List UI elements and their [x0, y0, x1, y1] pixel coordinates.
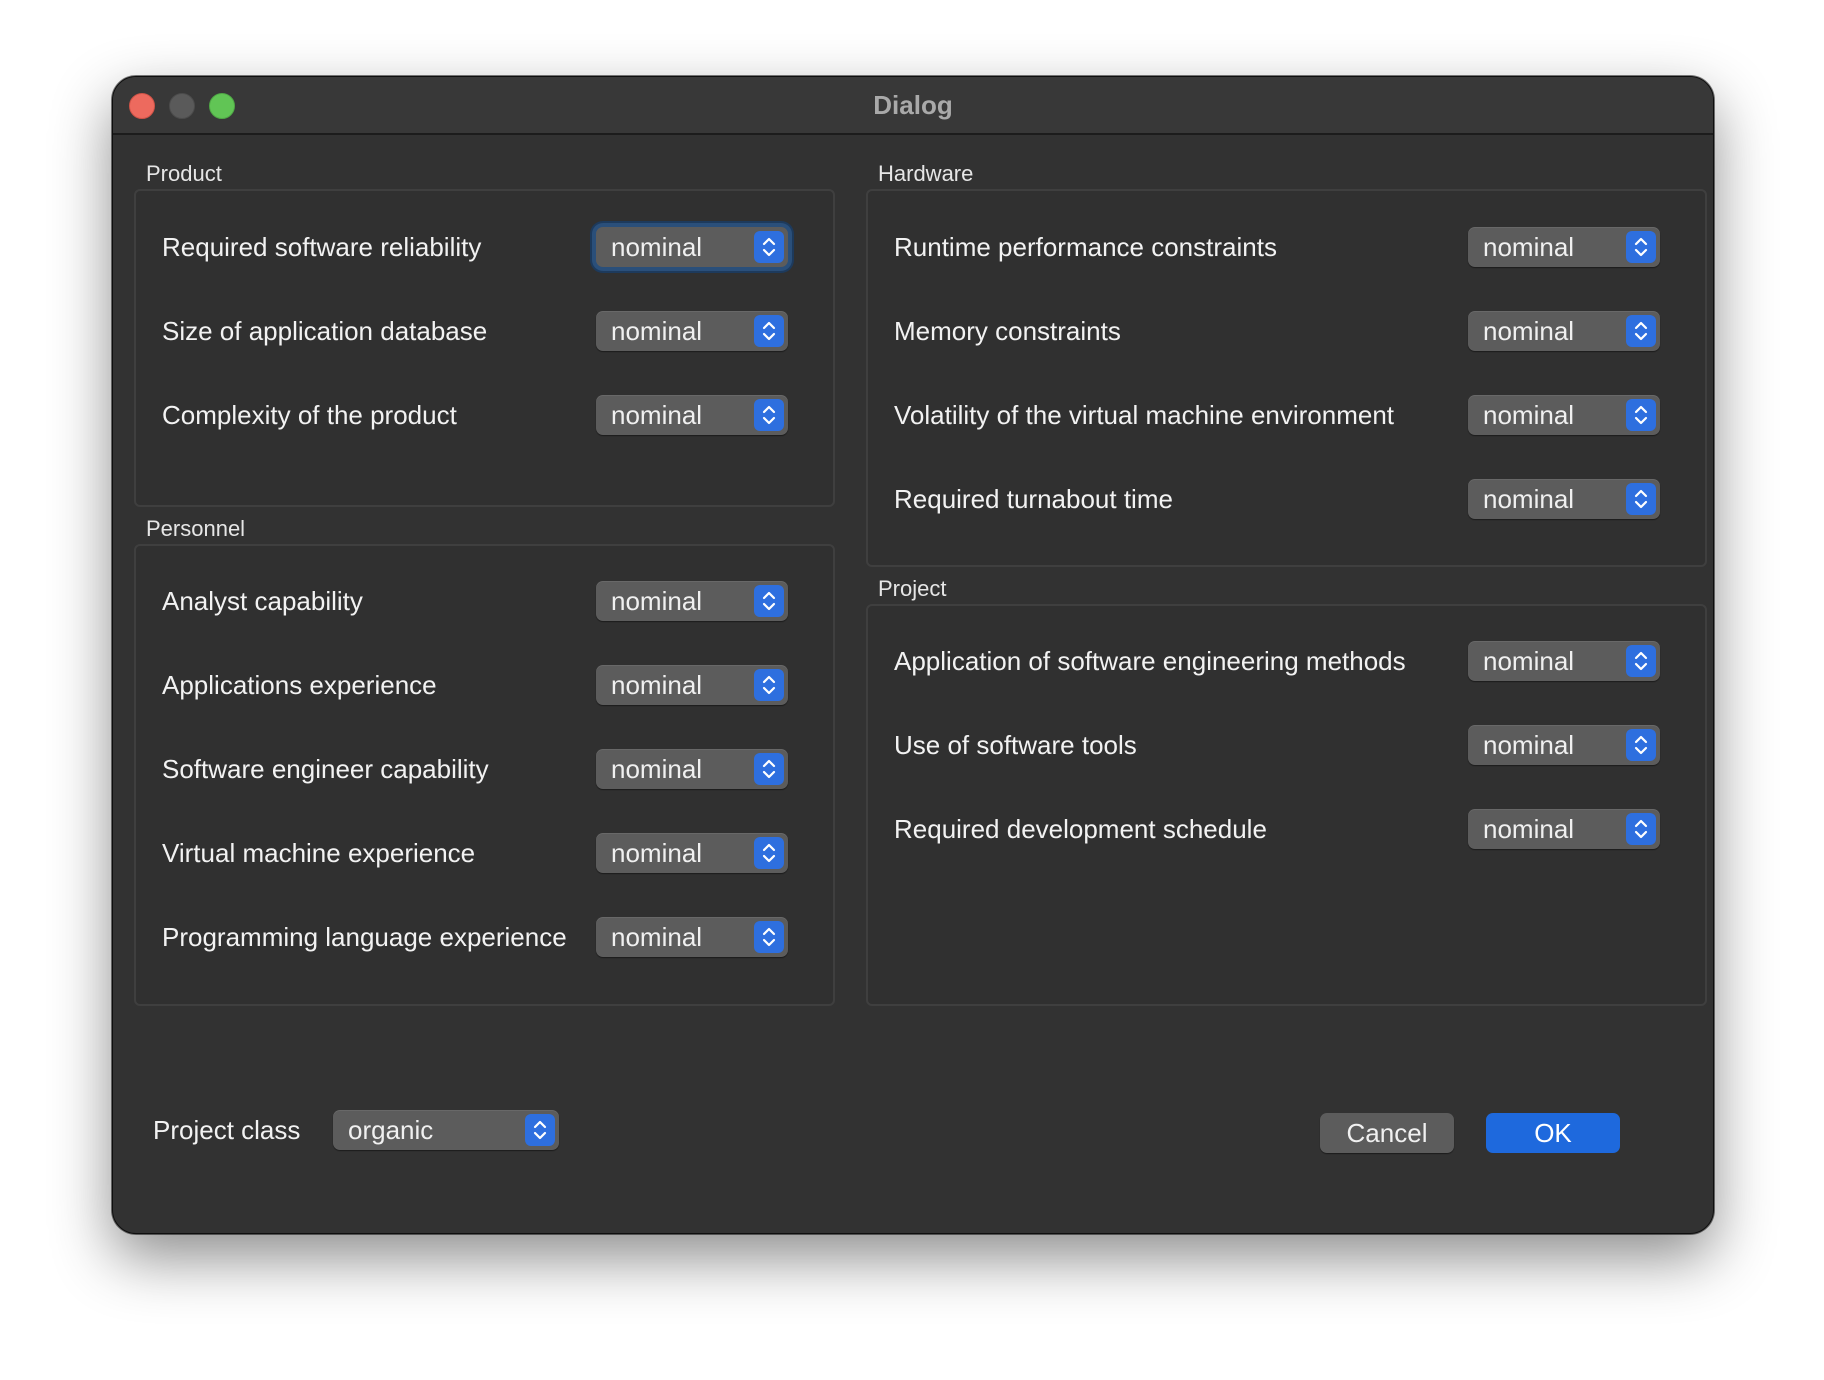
runtime-performance-constraints-select[interactable]: nominal	[1468, 227, 1660, 267]
chevron-up-down-icon	[1626, 729, 1656, 761]
required-software-reliability-label: Required software reliability	[162, 232, 482, 262]
size-of-application-database-select[interactable]: nominal	[596, 311, 788, 351]
required-turnabout-time-select[interactable]: nominal	[1468, 479, 1660, 519]
project-class-select[interactable]: organic	[333, 1110, 559, 1150]
select-value: nominal	[1483, 400, 1575, 430]
runtime-performance-constraints-label: Runtime performance constraints	[894, 232, 1277, 262]
select-value: nominal	[1483, 316, 1575, 346]
complexity-of-the-product-select[interactable]: nominal	[596, 395, 788, 435]
use-of-software-tools-select[interactable]: nominal	[1468, 725, 1660, 765]
cancel-button[interactable]: Cancel	[1320, 1113, 1454, 1153]
chevron-up-down-icon	[754, 585, 784, 617]
chevron-up-down-icon	[754, 669, 784, 701]
chevron-up-down-icon	[1626, 813, 1656, 845]
select-value: nominal	[1483, 646, 1575, 676]
select-value: nominal	[611, 670, 703, 700]
software-engineer-capability-label: Software engineer capability	[162, 754, 489, 784]
chevron-up-down-icon	[754, 753, 784, 785]
select-value: nominal	[611, 400, 703, 430]
project-group-title: Project	[878, 576, 947, 601]
select-value: nominal	[611, 232, 703, 262]
application-of-software-engineering-methods-select[interactable]: nominal	[1468, 641, 1660, 681]
select-value: organic	[348, 1115, 434, 1145]
complexity-of-the-product-label: Complexity of the product	[162, 400, 457, 430]
memory-constraints-label: Memory constraints	[894, 316, 1121, 346]
select-value: nominal	[611, 922, 703, 952]
analyst-capability-select[interactable]: nominal	[596, 581, 788, 621]
chevron-up-down-icon	[1626, 483, 1656, 515]
chevron-up-down-icon	[1626, 315, 1656, 347]
chevron-up-down-icon	[754, 315, 784, 347]
select-value: nominal	[611, 838, 703, 868]
use-of-software-tools-label: Use of software tools	[894, 730, 1137, 760]
required-development-schedule-select[interactable]: nominal	[1468, 809, 1660, 849]
volatility-of-virtual-machine-environment-label: Volatility of the virtual machine enviro…	[894, 400, 1395, 430]
virtual-machine-experience-label: Virtual machine experience	[162, 838, 476, 868]
required-development-schedule-label: Required development schedule	[894, 814, 1267, 844]
chevron-up-down-icon	[754, 921, 784, 953]
select-value: nominal	[1483, 730, 1575, 760]
chevron-up-down-icon	[1626, 399, 1656, 431]
programming-language-experience-select[interactable]: nominal	[596, 917, 788, 957]
select-value: nominal	[1483, 484, 1575, 514]
required-turnabout-time-label: Required turnabout time	[894, 484, 1173, 514]
window-title: Dialog	[873, 90, 953, 120]
select-value: nominal	[611, 316, 703, 346]
programming-language-experience-label: Programming language experience	[162, 922, 567, 952]
software-engineer-capability-select[interactable]: nominal	[596, 749, 788, 789]
select-value: nominal	[611, 754, 703, 784]
product-group-title: Product	[146, 161, 222, 186]
size-of-application-database-label: Size of application database	[162, 316, 488, 346]
applications-experience-label: Applications experience	[162, 670, 437, 700]
analyst-capability-label: Analyst capability	[162, 586, 363, 616]
chevron-up-down-icon	[754, 231, 784, 263]
virtual-machine-experience-select[interactable]: nominal	[596, 833, 788, 873]
required-software-reliability-select[interactable]: nominal	[596, 227, 788, 267]
select-value: nominal	[1483, 814, 1575, 844]
chevron-up-down-icon	[754, 399, 784, 431]
chevron-up-down-icon	[1626, 231, 1656, 263]
memory-constraints-select[interactable]: nominal	[1468, 311, 1660, 351]
chevron-up-down-icon	[754, 837, 784, 869]
project-class-label: Project class	[153, 1115, 301, 1145]
chevron-up-down-icon	[525, 1114, 555, 1146]
volatility-of-virtual-machine-environment-select[interactable]: nominal	[1468, 395, 1660, 435]
dialog-window: Dialog Product Required software reliabi…	[112, 76, 1714, 1234]
chevron-up-down-icon	[1626, 645, 1656, 677]
applications-experience-select[interactable]: nominal	[596, 665, 788, 705]
hardware-group-title: Hardware	[878, 161, 974, 186]
ok-button[interactable]: OK	[1486, 1113, 1620, 1153]
title-bar: Dialog	[113, 77, 1713, 135]
select-value: nominal	[1483, 232, 1575, 262]
select-value: nominal	[611, 586, 703, 616]
personnel-group-title: Personnel	[146, 516, 246, 541]
application-of-software-engineering-methods-label: Application of software engineering meth…	[894, 646, 1406, 676]
